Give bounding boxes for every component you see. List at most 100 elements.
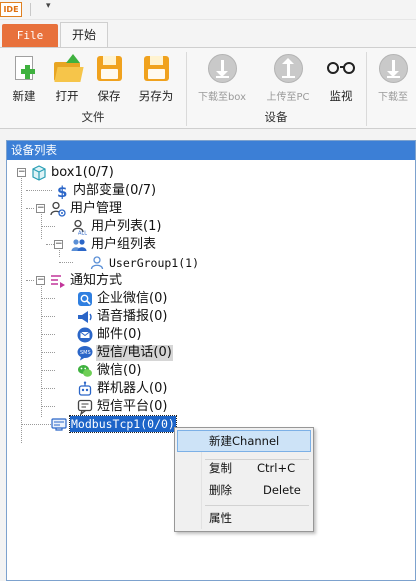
wecom-label: 企业微信(0)	[97, 291, 168, 306]
user-settings-icon	[50, 201, 66, 217]
copy-label: 复制	[209, 461, 232, 475]
download-to-box-button[interactable]: 下载至box	[190, 50, 254, 103]
save-as-button-label: 另存为	[138, 89, 174, 103]
svg-text:SMS: SMS	[80, 350, 91, 356]
sms-platform-label: 短信平台(0)	[97, 399, 168, 414]
svg-text:ALL: ALL	[78, 231, 87, 236]
tree-item-voice[interactable]: 语音播报(0)	[77, 308, 168, 326]
svg-text:$: $	[57, 183, 67, 199]
upload-icon	[273, 54, 303, 84]
download-more-icon	[378, 54, 408, 84]
internal-vars-label: 内部变量(0/7)	[73, 183, 157, 198]
device-list-header: 设备列表	[7, 141, 415, 160]
speaker-icon	[77, 309, 93, 325]
app-window: IDE ▾ File 开始 新建 打开 保存 另存为 文件 下载至box 上传至…	[0, 0, 416, 581]
new-channel-label: 新建Channel	[209, 434, 280, 448]
upload-to-pc-button[interactable]: 上传至PC	[258, 50, 318, 103]
modbus-device-icon	[51, 416, 67, 432]
tree-item-sms-phone[interactable]: SMS 短信/电话(0)	[77, 344, 173, 362]
mail-icon	[77, 327, 93, 343]
monitor-button[interactable]: 监视	[321, 50, 361, 104]
tree-item-wecom[interactable]: 企业微信(0)	[77, 290, 168, 308]
menu-item-properties[interactable]: 属性	[177, 507, 311, 529]
new-file-icon	[9, 54, 39, 84]
title-bar: IDE ▾	[0, 0, 416, 20]
download-to-box-label: 下载至box	[197, 92, 247, 103]
copy-shortcut: Ctrl+C	[257, 461, 296, 475]
modbus-label: ModbusTcp1(0/0)	[69, 415, 177, 433]
wecom-icon	[77, 291, 93, 307]
upload-to-pc-label: 上传至PC	[266, 92, 310, 103]
ribbon-group-separator	[186, 52, 187, 126]
tree-item-mail[interactable]: 邮件(0)	[77, 326, 142, 344]
delete-label: 删除	[209, 483, 232, 497]
user-icon	[89, 255, 105, 271]
sms-phone-label: 短信/电话(0)	[96, 345, 173, 361]
tree-item-sms-platform[interactable]: 短信平台(0)	[77, 398, 168, 416]
tab-home[interactable]: 开始	[60, 22, 108, 48]
user-mgmt-label: 用户管理	[70, 201, 123, 216]
notify-label: 通知方式	[70, 273, 123, 288]
menu-item-new-channel[interactable]: 新建Channel	[177, 430, 311, 452]
open-button-label: 打开	[55, 89, 79, 103]
menu-item-delete[interactable]: 删除 Delete	[177, 479, 311, 501]
usergroup-list-expander[interactable]: −	[54, 240, 63, 249]
voice-label: 语音播报(0)	[97, 309, 168, 324]
usergroup-list-label: 用户组列表	[91, 237, 157, 252]
notification-list-icon	[50, 273, 66, 289]
user-group-icon	[71, 237, 87, 253]
new-button-label: 新建	[12, 89, 36, 103]
wechat-icon	[77, 363, 93, 379]
user-list-label: 用户列表(1)	[91, 219, 162, 234]
open-folder-icon	[52, 54, 84, 84]
box-cube-icon	[31, 165, 47, 181]
usergroup1-label: UserGroup1(1)	[109, 256, 200, 270]
tree-item-group-bot[interactable]: 群机器人(0)	[77, 380, 168, 398]
properties-label: 属性	[209, 511, 232, 525]
open-button[interactable]: 打开	[46, 50, 88, 104]
tree-item-user-list[interactable]: ALL 用户列表(1)	[71, 218, 162, 237]
mail-label: 邮件(0)	[97, 327, 142, 342]
tab-file[interactable]: File	[2, 24, 58, 47]
wechat-label: 微信(0)	[97, 363, 142, 378]
menu-separator-2	[205, 505, 309, 506]
dollar-icon: $	[53, 183, 69, 201]
save-button[interactable]: 保存	[88, 50, 130, 104]
quick-access-dropdown-icon[interactable]: ▾	[46, 1, 51, 11]
download-more-button[interactable]: 下载至	[370, 50, 416, 103]
tree-item-usergroup-list[interactable]: 用户组列表	[71, 236, 157, 254]
monitor-button-label: 监视	[329, 89, 353, 103]
ribbon-group-separator-2	[366, 52, 367, 126]
ribbon: 新建 打开 保存 另存为 文件 下载至box 上传至PC 监视 设备 下载至	[0, 47, 416, 129]
tree-item-box1[interactable]: box1(0/7)	[31, 164, 115, 182]
download-icon	[207, 54, 237, 84]
app-logo: IDE	[0, 2, 22, 17]
file-group-label: 文件	[81, 110, 105, 124]
tree-item-notify[interactable]: 通知方式	[50, 272, 123, 290]
glasses-icon	[326, 54, 356, 84]
tree-item-usergroup1[interactable]: UserGroup1(1)	[89, 254, 200, 272]
context-menu: 新建Channel 复制 Ctrl+C 删除 Delete 属性	[174, 427, 314, 532]
user-mgmt-expander[interactable]: −	[36, 204, 45, 213]
robot-icon	[77, 381, 93, 397]
tree-item-internal-vars[interactable]: $ 内部变量(0/7)	[53, 182, 157, 201]
save-as-button[interactable]: 另存为	[132, 50, 180, 104]
tree-item-user-mgmt[interactable]: 用户管理	[50, 200, 123, 218]
quick-access-separator	[30, 3, 31, 16]
tree-item-wechat[interactable]: 微信(0)	[77, 362, 142, 380]
delete-shortcut: Delete	[263, 483, 301, 497]
user-list-icon: ALL	[71, 219, 87, 237]
menu-item-copy[interactable]: 复制 Ctrl+C	[177, 457, 311, 479]
tree-item-modbus[interactable]: ModbusTcp1(0/0)	[51, 415, 177, 433]
save-button-label: 保存	[97, 89, 121, 103]
download-more-label: 下载至	[378, 92, 408, 103]
group-bot-label: 群机器人(0)	[97, 381, 168, 396]
notify-expander[interactable]: −	[36, 276, 45, 285]
sms-icon: SMS	[77, 345, 93, 361]
save-as-floppy-icon	[141, 54, 171, 84]
save-floppy-icon	[94, 54, 124, 84]
box-expander[interactable]: −	[17, 168, 26, 177]
new-button[interactable]: 新建	[3, 50, 45, 104]
device-group-label: 设备	[264, 110, 288, 124]
message-platform-icon	[77, 399, 93, 416]
